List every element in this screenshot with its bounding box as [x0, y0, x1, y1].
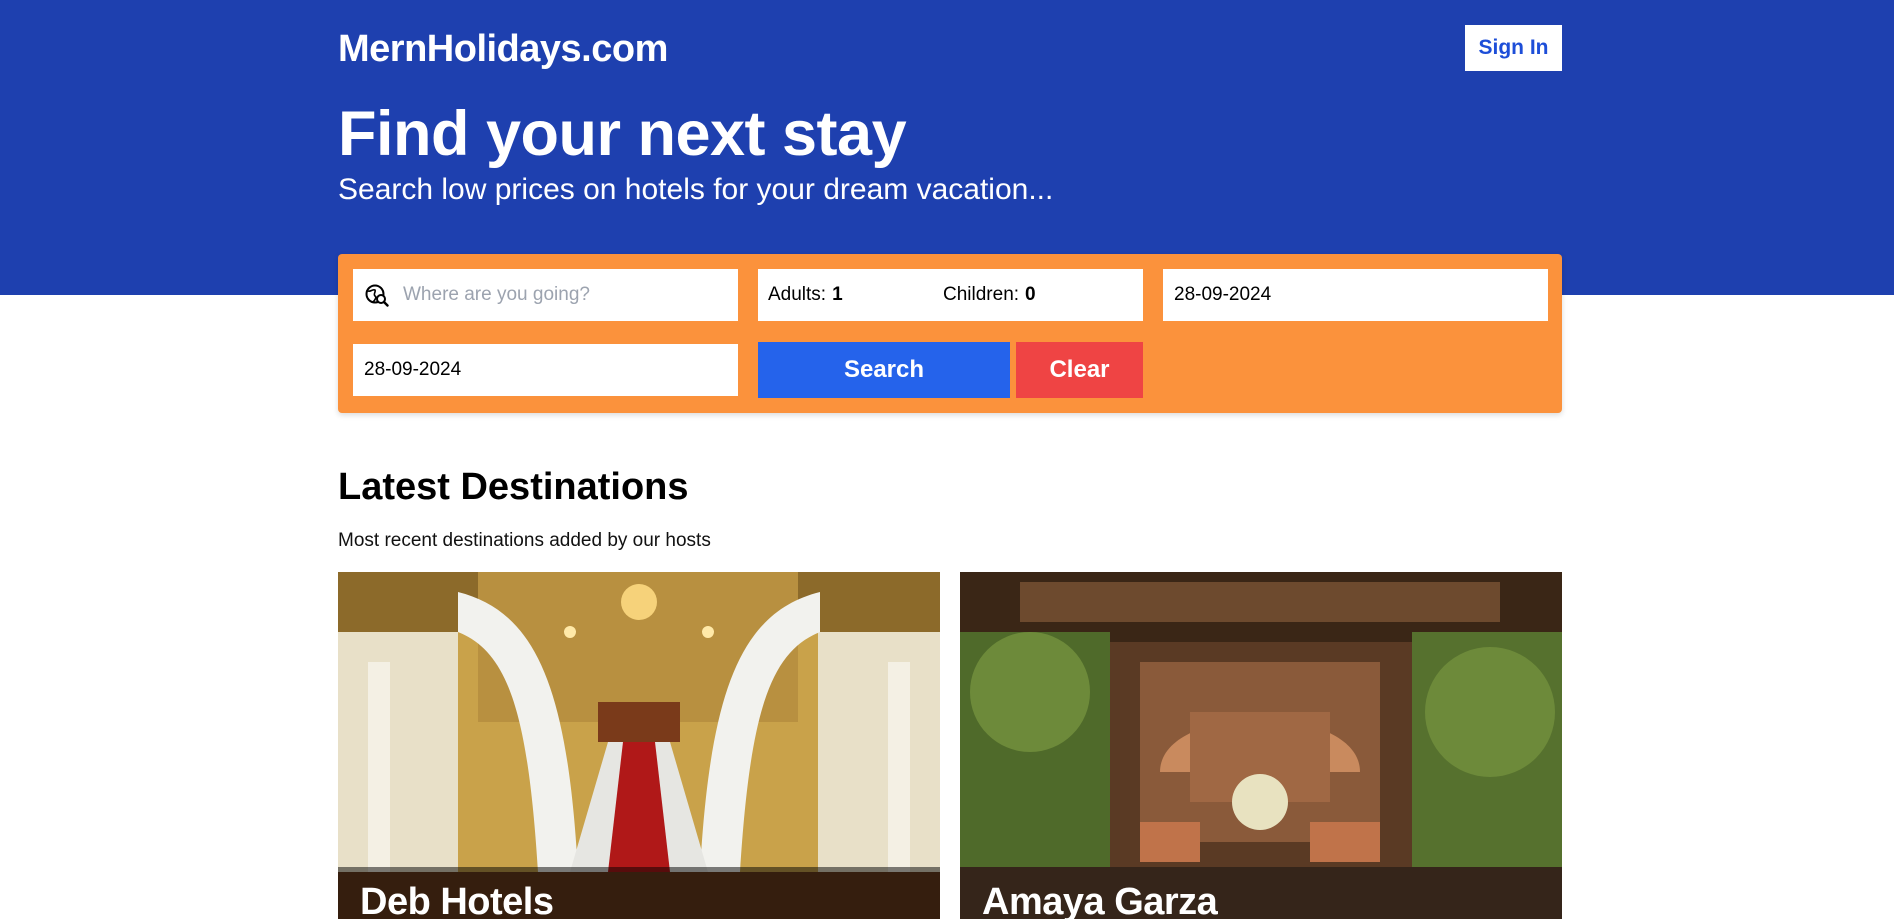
adults-counter[interactable]: Adults: 1 — [768, 284, 943, 306]
adults-label: Adults: — [768, 284, 827, 305]
latest-destinations-title: Latest Destinations — [338, 466, 689, 508]
destination-card-name: Deb Hotels — [360, 881, 554, 919]
children-label: Children: — [943, 284, 1020, 305]
destination-card-caption: Deb Hotels — [338, 867, 940, 919]
destination-card[interactable]: Amaya Garza — [960, 572, 1562, 919]
destination-card-caption: Amaya Garza — [960, 867, 1562, 919]
search-bar: Adults: 1 Children: 0 28-09-2024 28-09-2… — [338, 254, 1562, 413]
destination-card[interactable]: Deb Hotels — [338, 572, 940, 919]
children-value[interactable]: 0 — [1025, 284, 1036, 306]
destination-card-name: Amaya Garza — [982, 881, 1218, 919]
hero-banner — [0, 0, 1894, 295]
sign-in-button[interactable]: Sign In — [1465, 25, 1562, 71]
children-counter[interactable]: Children: 0 — [943, 284, 1118, 306]
checkin-date-input[interactable]: 28-09-2024 — [1163, 269, 1548, 321]
search-button[interactable]: Search — [758, 342, 1010, 398]
destination-field[interactable] — [353, 269, 738, 321]
latest-destinations-subtitle: Most recent destinations added by our ho… — [338, 530, 711, 551]
site-logo[interactable]: MernHolidays.com — [338, 28, 668, 71]
hero-subtitle: Search low prices on hotels for your dre… — [338, 173, 1054, 206]
guests-field: Adults: 1 Children: 0 — [758, 269, 1143, 321]
clear-button[interactable]: Clear — [1016, 342, 1143, 398]
globe-search-icon — [365, 284, 389, 307]
checkout-date-input[interactable]: 28-09-2024 — [353, 344, 738, 396]
destination-input[interactable] — [403, 284, 723, 306]
hero-title: Find your next stay — [338, 99, 907, 169]
adults-value[interactable]: 1 — [832, 284, 843, 306]
